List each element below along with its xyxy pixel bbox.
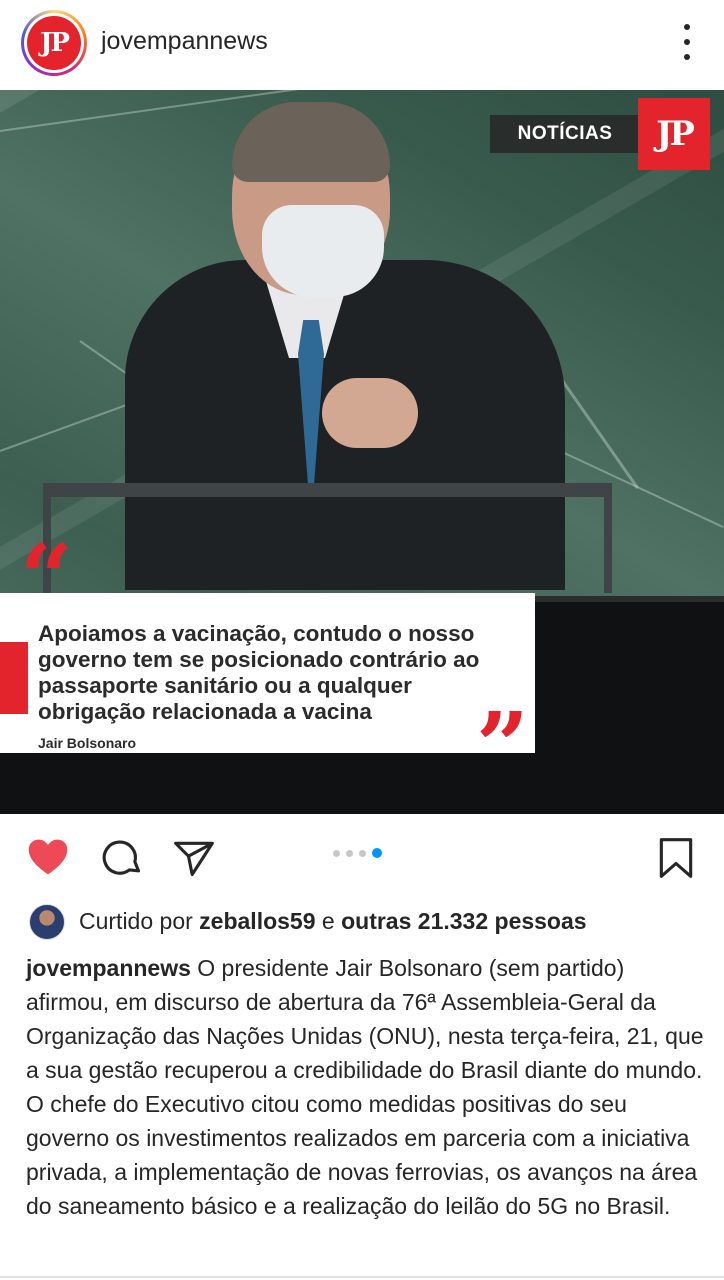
- heart-icon[interactable]: [26, 836, 70, 880]
- carousel-indicator: [333, 848, 382, 858]
- carousel-dot-active: [372, 848, 382, 858]
- username[interactable]: jovempannews: [101, 27, 268, 56]
- brand-logo: JP: [638, 98, 710, 170]
- news-tag: NOTÍCIAS: [490, 115, 640, 153]
- close-quote-icon: ”: [476, 692, 529, 800]
- action-bar: [0, 814, 724, 900]
- post-header: JP jovempannews: [0, 0, 724, 90]
- likes-others[interactable]: outras 21.332 pessoas: [341, 908, 586, 934]
- likes-conjunction: e: [321, 908, 335, 934]
- likes-row: Curtido por zeballos59 e outras 21.332 p…: [0, 900, 724, 940]
- send-icon[interactable]: [172, 836, 216, 880]
- comment-icon[interactable]: [100, 836, 144, 880]
- likes-summary[interactable]: Curtido por zeballos59 e outras 21.332 p…: [79, 908, 587, 935]
- liker-username[interactable]: zeballos59: [199, 908, 315, 934]
- carousel-dot: [346, 849, 353, 857]
- open-quote-icon: “: [20, 524, 73, 632]
- avatar[interactable]: JP: [27, 16, 81, 70]
- carousel-dot: [359, 849, 366, 857]
- likes-prefix: Curtido por: [79, 908, 193, 934]
- quote-accent: [0, 642, 28, 714]
- caption-username[interactable]: jovempannews: [26, 955, 191, 981]
- liker-avatar[interactable]: [29, 904, 65, 940]
- more-vertical-icon[interactable]: [682, 24, 692, 60]
- post-image[interactable]: NOTÍCIAS JP “ Apoiamos a vacinação, cont…: [0, 90, 724, 814]
- quote-author: Jair Bolsonaro: [38, 735, 137, 751]
- caption-text: O presidente Jair Bolsonaro (sem partido…: [26, 955, 704, 1219]
- bookmark-icon[interactable]: [654, 836, 698, 880]
- post-caption: jovempannews O presidente Jair Bolsonaro…: [26, 951, 710, 1223]
- divider: [0, 1276, 724, 1278]
- carousel-dot: [333, 849, 340, 857]
- quote-text: Apoiamos a vacinação, contudo o nosso go…: [38, 621, 480, 724]
